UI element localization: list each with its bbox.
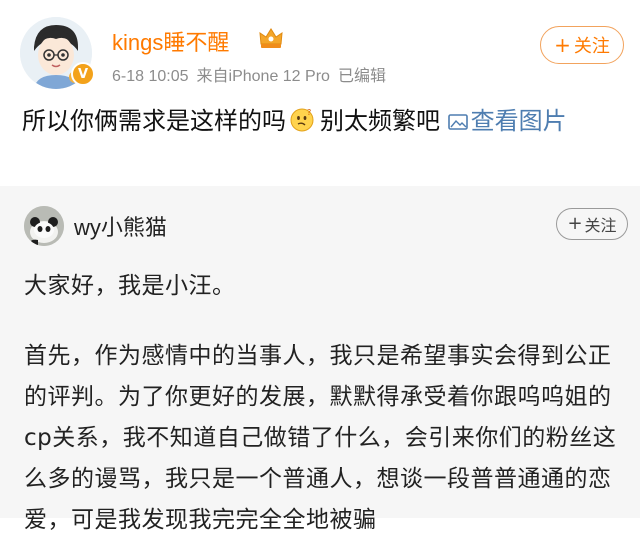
post-meta: 6-18 10:05 来自iPhone 12 Pro 已编辑 xyxy=(112,62,394,86)
image-icon xyxy=(447,114,468,130)
reposted-weibo[interactable]: wy小熊猫 + 关注 大家好，我是小汪。 首先，作为感情中的当事人，我只是希望事… xyxy=(0,186,640,533)
view-image-label: 查看图片 xyxy=(470,107,567,135)
post-text-part2: 别太频繁吧 xyxy=(320,107,440,135)
repost-paragraph-2: 首先，作为感情中的当事人，我只是希望事实会得到公正的评判。为了你更好的发展，默默… xyxy=(24,343,617,533)
post-username[interactable]: kings睡不醒 xyxy=(112,25,229,57)
post-text-part1: 所以你俩需求是这样的吗 xyxy=(22,107,286,135)
thinking-emoji-icon: ? xyxy=(290,108,314,132)
repost-follow-button[interactable]: + 关注 xyxy=(556,208,628,240)
weibo-post: V kings睡不醒 6-18 10:05 来自iPhone 12 Pro 已编辑 … xyxy=(0,0,640,186)
crown-badge-icon xyxy=(259,28,283,48)
follow-button[interactable]: + 关注 xyxy=(540,26,624,64)
view-image-link[interactable]: 查看图片 xyxy=(447,107,567,135)
repost-user-avatar[interactable] xyxy=(24,206,64,246)
post-content: 所以你俩需求是这样的吗 ? 别太频繁吧 查看图片 xyxy=(22,100,626,142)
repost-paragraph-1: 大家好，我是小汪。 xyxy=(24,273,236,299)
post-date: 6-18 10:05 xyxy=(112,68,189,85)
repost-follow-label: 关注 xyxy=(584,216,617,235)
verified-badge-icon: V xyxy=(71,62,95,86)
follow-label: 关注 xyxy=(573,36,610,57)
svg-text:?: ? xyxy=(307,108,311,117)
plus-icon: + xyxy=(567,213,583,234)
post-source: 来自iPhone 12 Pro xyxy=(196,68,330,85)
post-edited: 已编辑 xyxy=(337,68,386,85)
plus-icon: + xyxy=(554,33,571,57)
repost-username[interactable]: wy小熊猫 xyxy=(74,210,167,242)
